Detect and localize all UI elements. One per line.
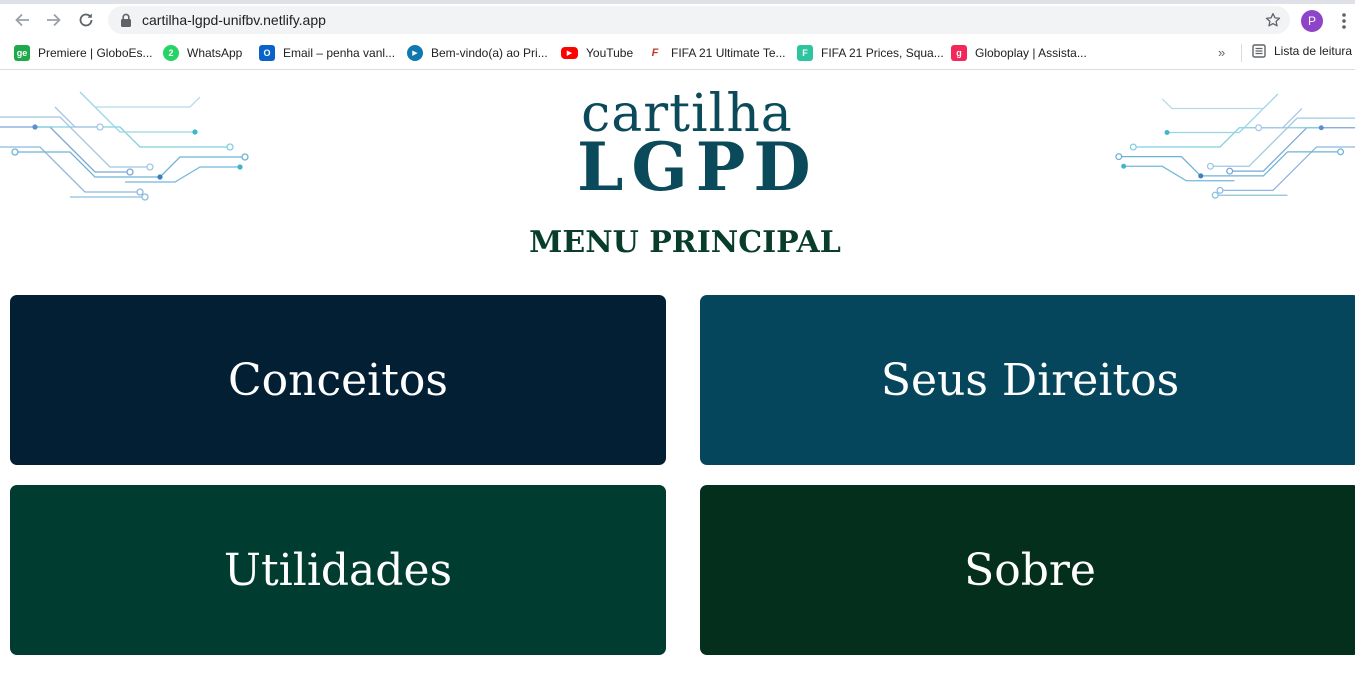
bookmark-prime-video[interactable]: ▶ Bem-vindo(a) ao Pri... — [407, 44, 548, 62]
prime-video-icon: ▶ — [407, 45, 423, 61]
bookmark-whatsapp[interactable]: 2 WhatsApp — [163, 44, 242, 62]
reload-icon — [79, 13, 93, 27]
bookmark-fifa-ultimate[interactable]: F FIFA 21 Ultimate Te... — [647, 44, 786, 62]
menu-tile-conceitos[interactable]: Conceitos — [10, 295, 666, 465]
outlook-icon: O — [259, 45, 275, 61]
bookmark-youtube[interactable]: ▶ YouTube — [561, 44, 633, 62]
bookmarks-bar: ge Premiere | GloboEs... 2 WhatsApp O Em… — [0, 36, 1355, 70]
menu-tile-label: Conceitos — [228, 354, 448, 406]
bookmarks-divider — [1241, 44, 1242, 62]
forward-button[interactable] — [42, 8, 66, 32]
bookmark-label: YouTube — [586, 46, 634, 60]
futhead-icon: F — [647, 45, 663, 61]
back-button[interactable] — [10, 8, 34, 32]
globoplay-icon: g — [951, 45, 967, 61]
more-bookmarks-chevrons-icon[interactable]: » — [1218, 45, 1225, 60]
circuit-decoration-right — [1115, 93, 1355, 199]
menu-tile-utilidades[interactable]: Utilidades — [10, 485, 666, 655]
lock-icon — [121, 13, 131, 27]
forward-arrow-icon — [47, 13, 61, 27]
bookmark-label: WhatsApp — [187, 46, 243, 60]
youtube-icon: ▶ — [561, 47, 578, 59]
logo-line-lgpd: LGPD — [577, 128, 819, 206]
profile-avatar[interactable]: P — [1301, 10, 1323, 32]
menu-tile-label: Sobre — [964, 544, 1096, 596]
bookmark-label: FIFA 21 Ultimate Te... — [671, 46, 786, 60]
whatsapp-icon: 2 — [163, 45, 179, 61]
browser-toolbar: cartilha-lgpd-unifbv.netlify.app P — [0, 4, 1355, 36]
browser-menu-icon[interactable] — [1336, 12, 1352, 30]
reading-list-icon — [1252, 44, 1266, 58]
url-text[interactable]: cartilha-lgpd-unifbv.netlify.app — [142, 12, 326, 28]
ge-icon: ge — [14, 45, 30, 61]
bookmark-label: FIFA 21 Prices, Squa... — [821, 46, 944, 60]
menu-tile-label: Seus Direitos — [880, 354, 1180, 406]
menu-tile-label: Utilidades — [223, 544, 453, 596]
reading-list-label: Lista de leitura — [1274, 44, 1353, 58]
reload-button[interactable] — [74, 8, 98, 32]
bookmark-star-icon[interactable] — [1264, 11, 1282, 29]
bookmark-email[interactable]: O Email – penha vanl... — [259, 44, 395, 62]
address-bar[interactable]: cartilha-lgpd-unifbv.netlify.app — [108, 6, 1290, 34]
cartilha-lgpd-logo: cartilha LGPD — [577, 88, 819, 206]
futbin-icon: F — [797, 45, 813, 61]
reading-list-button[interactable]: Lista de leitura — [1252, 44, 1352, 58]
bookmark-fifa-prices[interactable]: F FIFA 21 Prices, Squa... — [797, 44, 944, 62]
menu-tile-sobre[interactable]: Sobre — [700, 485, 1355, 655]
bookmark-label: Globoplay | Assista... — [975, 46, 1087, 60]
circuit-decoration-left — [0, 91, 249, 201]
bookmark-premiere[interactable]: ge Premiere | GloboEs... — [14, 44, 153, 62]
bookmark-globoplay[interactable]: g Globoplay | Assista... — [951, 44, 1087, 62]
menu-tile-seus-direitos[interactable]: Seus Direitos — [700, 295, 1355, 465]
bookmark-label: Email – penha vanl... — [283, 46, 396, 60]
back-arrow-icon — [15, 13, 29, 27]
page-content: cartilha LGPD MENU PRINCIPAL Conceitos S… — [0, 71, 1355, 690]
bookmark-label: Premiere | GloboEs... — [38, 46, 153, 60]
bookmark-label: Bem-vindo(a) ao Pri... — [431, 46, 548, 60]
menu-title: MENU PRINCIPAL — [529, 225, 841, 260]
